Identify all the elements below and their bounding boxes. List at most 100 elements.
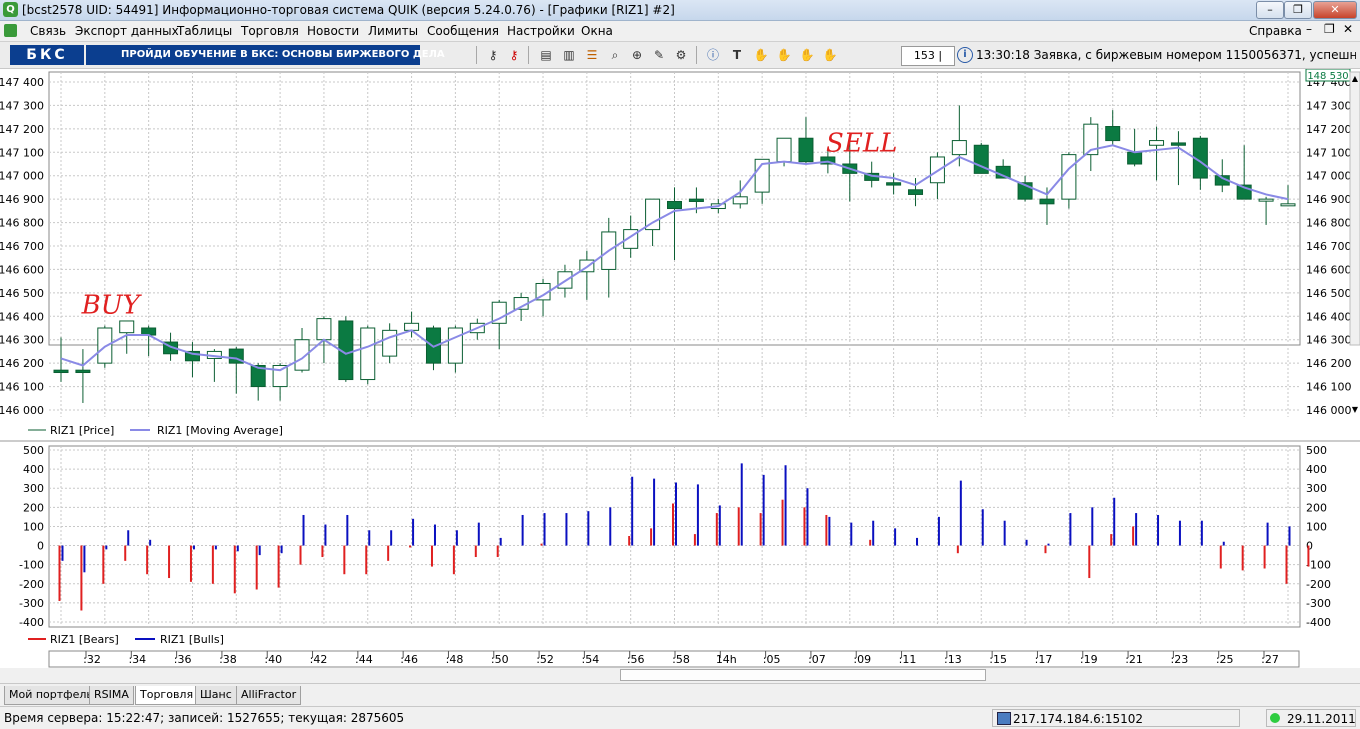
price-tick-left: 146 500 — [0, 287, 44, 300]
table-icon[interactable]: ▤ — [537, 47, 555, 63]
mdi-app-icon[interactable] — [4, 24, 17, 37]
quik-app-icon[interactable]: Q — [3, 2, 18, 17]
force-tick-left: -300 — [19, 597, 44, 610]
tab-trading[interactable]: Торговля — [135, 686, 199, 705]
menu-item-tables[interactable]: Таблицы — [177, 24, 232, 38]
time-tick-label: :05 — [763, 653, 781, 666]
time-tick-label: 14h — [716, 653, 737, 666]
force-tick-left: 300 — [23, 482, 44, 495]
menu-item-limits[interactable]: Лимиты — [368, 24, 418, 38]
edit-icon[interactable]: ✎ — [650, 47, 668, 63]
candle-bull — [732, 196, 748, 205]
text-icon[interactable]: T — [728, 47, 746, 63]
toolbar-separator — [696, 46, 697, 64]
time-tick-label: :48 — [446, 653, 464, 666]
force-tick-left: 400 — [23, 463, 44, 476]
chart-canvas[interactable]: 147 400 147 400147 300 147 300147 200 147 2… — [0, 69, 1360, 669]
menu-bar: Связь Экспорт данных Таблицы Торговля Но… — [0, 21, 1360, 42]
chart-settings-icon[interactable]: ⚙ — [672, 47, 690, 63]
force-tick-right: -200 — [1306, 578, 1331, 591]
tab-my-portfolio[interactable]: Мой портфель — [4, 686, 98, 705]
time-tick-label: :52 — [536, 653, 554, 666]
hand-icon[interactable]: ✋ — [752, 47, 770, 63]
price-tick-left: 147 400 — [0, 76, 44, 89]
price-tick-right: 146 600 — [1306, 263, 1352, 276]
window-title: [bcst2578 UID: 54491] Информационно-торг… — [22, 3, 675, 17]
hand-cancel-icon[interactable]: ✋ — [821, 47, 839, 63]
time-tick-label: :07 — [808, 653, 826, 666]
minimize-button[interactable]: – — [1256, 1, 1284, 19]
time-tick-label: :13 — [944, 653, 962, 666]
promo-banner[interactable]: ПРОЙДИ ОБУЧЕНИЕ В БКС: ОСНОВЫ БИРЖЕВОГО … — [86, 45, 445, 65]
force-tick-left: 100 — [23, 520, 44, 533]
force-tick-right: -100 — [1306, 559, 1331, 572]
candle-bull — [360, 327, 376, 381]
price-tick-right: 146 300 — [1306, 334, 1352, 347]
price-tick-right: 147 000 — [1306, 170, 1352, 183]
candle-bull — [1280, 203, 1296, 207]
menu-item-connection[interactable]: Связь — [30, 24, 66, 38]
mdi-restore-button[interactable]: ❐ — [1324, 22, 1335, 36]
current-price-label: 148 530 — [1307, 71, 1348, 82]
key-icon[interactable]: ⚷ — [484, 47, 502, 63]
chart-icon[interactable]: ▥ — [560, 47, 578, 63]
tab-allifractor[interactable]: AlliFractor — [236, 686, 302, 705]
force-tick-left: -200 — [19, 578, 44, 591]
candle-bear — [886, 182, 902, 186]
time-tick-label: :21 — [1125, 653, 1143, 666]
force-tick-right: 100 — [1306, 520, 1327, 533]
menu-item-messages[interactable]: Сообщения — [427, 24, 499, 38]
hand-buy-icon[interactable]: ✋ — [775, 47, 793, 63]
time-tick-label: :36 — [174, 653, 192, 666]
force-tick-right: 0 — [1306, 540, 1313, 553]
legend-price-label: RIZ1 [Price] — [50, 424, 114, 437]
force-tick-left: 500 — [23, 444, 44, 457]
time-tick-label: :38 — [219, 653, 237, 666]
horizontal-scrollbar[interactable] — [0, 668, 1360, 682]
find-icon[interactable]: ⌕ — [606, 47, 624, 63]
zoom-icon[interactable]: ⊕ — [628, 47, 646, 63]
bks-logo: БКС — [10, 45, 84, 65]
time-tick-label: :54 — [582, 653, 600, 666]
menu-item-trading[interactable]: Торговля — [241, 24, 299, 38]
list-icon[interactable]: ☰ — [583, 47, 601, 63]
mdi-minimize-button[interactable]: – — [1306, 22, 1312, 36]
mdi-close-button[interactable]: ✕ — [1343, 22, 1353, 36]
force-tick-right: 500 — [1306, 444, 1327, 457]
candle-bull — [1061, 154, 1077, 200]
menu-item-export[interactable]: Экспорт данных — [75, 24, 179, 38]
time-tick-label: :40 — [264, 653, 282, 666]
time-tick-label: :44 — [355, 653, 373, 666]
close-button[interactable]: ✕ — [1313, 1, 1357, 19]
menu-item-news[interactable]: Новости — [307, 24, 359, 38]
time-tick-label: :09 — [853, 653, 871, 666]
price-tick-left: 147 100 — [0, 146, 44, 159]
candle-bull — [447, 327, 463, 364]
menu-item-settings[interactable]: Настройки — [507, 24, 575, 38]
candle-bear — [1170, 142, 1186, 146]
price-tick-right: 147 200 — [1306, 123, 1352, 136]
time-tick-label: :56 — [627, 653, 645, 666]
key-cross-icon[interactable]: ⚷ — [505, 47, 523, 63]
maximize-button[interactable]: ❐ — [1284, 1, 1312, 19]
candle-bear — [688, 198, 704, 202]
tab-shans[interactable]: Шанс — [195, 686, 237, 705]
menu-item-help[interactable]: Справка — [1249, 24, 1302, 38]
scrollbar-thumb[interactable] — [620, 669, 986, 681]
tab-bar: Мой портфель RSIMA Торговля Шанс AlliFra… — [0, 683, 1360, 706]
menu-item-windows[interactable]: Окна — [581, 24, 613, 38]
time-tick-label: :58 — [672, 653, 690, 666]
price-tick-left: 146 700 — [0, 240, 44, 253]
legend-bulls-label: RIZ1 [Bulls] — [160, 633, 224, 646]
info-icon[interactable]: ⓘ — [704, 47, 722, 63]
server-address: 217.174.184.6:15102 — [992, 709, 1240, 727]
title-bar: Q [bcst2578 UID: 54491] Информационно-то… — [0, 0, 1360, 21]
time-tick-label: :15 — [989, 653, 1007, 666]
candle-bull — [316, 318, 332, 341]
hand-sell-icon[interactable]: ✋ — [798, 47, 816, 63]
force-tick-right: 400 — [1306, 463, 1327, 476]
candle-bull — [951, 140, 967, 156]
tab-rsima[interactable]: RSIMA — [89, 686, 134, 705]
toolbar: БКС ПРОЙДИ ОБУЧЕНИЕ В БКС: ОСНОВЫ БИРЖЕВ… — [0, 42, 1360, 80]
status-message[interactable]: 13:30:18 Заявка, с биржевым номером 1150… — [976, 48, 1356, 62]
